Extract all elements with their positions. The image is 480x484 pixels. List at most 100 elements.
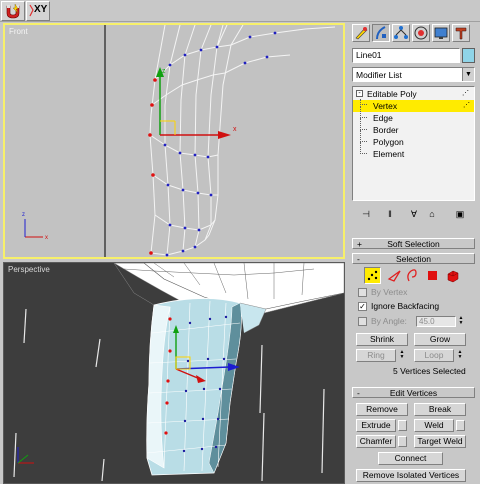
stack-root-label: Editable Poly [367, 89, 417, 99]
stack-item-edge[interactable]: Edge [353, 106, 474, 124]
front-viewport-label[interactable]: Front [9, 27, 28, 36]
edit-vertices-rollout[interactable]: - Edit Vertices [352, 387, 475, 398]
hierarchy-icon [394, 26, 408, 39]
stack-item-label: Edge [373, 113, 393, 123]
svg-text:z: z [162, 68, 166, 75]
soft-selection-rollout[interactable]: + Soft Selection [352, 238, 475, 249]
perspective-viewport-canvas[interactable] [4, 263, 344, 483]
selection-rollout[interactable]: - Selection [352, 253, 475, 264]
rollout-title: Soft Selection [387, 239, 440, 249]
by-angle-checkbox[interactable] [358, 317, 367, 326]
modifier-stack[interactable]: - Editable Poly ⋰ Vertex ⋰ Edge Border P… [352, 86, 475, 201]
edge-level-button[interactable] [386, 267, 403, 284]
polygon-level-icon [428, 271, 437, 280]
rollout-expand-sign: + [357, 239, 362, 249]
border-level-button[interactable] [404, 267, 421, 284]
command-panel: Line01 Modifier List ▼ - Editable Poly ⋰… [348, 23, 480, 484]
shrink-button[interactable]: Shrink [356, 333, 408, 346]
tab-create[interactable] [352, 24, 370, 42]
stack-item-polygon[interactable]: Polygon [353, 130, 474, 148]
create-icon [355, 27, 368, 40]
stack-item-label: Border [373, 125, 399, 135]
front-viewport[interactable]: z x x z Front [3, 23, 345, 259]
polygon-level-button[interactable] [424, 267, 441, 284]
modifier-list-dropdown[interactable]: Modifier List ▼ [352, 67, 475, 82]
collapse-minus-icon[interactable]: - [356, 90, 363, 97]
stack-tree-line [360, 118, 367, 130]
front-viewport-canvas[interactable]: z x x z [5, 25, 343, 257]
stack-item-element[interactable]: Element [353, 142, 474, 160]
show-end-result-icon[interactable]: ‖ [382, 206, 398, 222]
svg-text:x: x [45, 235, 48, 241]
object-name-field[interactable]: Line01 [352, 48, 460, 63]
spinner-arrows-icon[interactable]: ▲ ▼ [457, 316, 465, 327]
loop-button[interactable]: Loop [414, 349, 454, 362]
ring-spinner-icon[interactable]: ▲ ▼ [398, 350, 406, 361]
remove-isolated-vertices-button[interactable]: Remove Isolated Vertices [356, 469, 466, 482]
tab-modify[interactable] [372, 24, 390, 42]
pin-stack-icon[interactable]: ⊣ [358, 206, 374, 222]
object-color-swatch[interactable] [462, 48, 475, 63]
xy-constraint-button[interactable]: XY [26, 1, 50, 21]
svg-text:x: x [233, 126, 237, 133]
target-weld-button[interactable]: Target Weld [414, 435, 466, 448]
tab-motion[interactable] [412, 24, 430, 42]
sub-object-dots-icon: ⋰ [462, 90, 470, 97]
vertex-level-button[interactable] [364, 267, 381, 284]
stack-item-vertex[interactable]: Vertex ⋰ [353, 99, 474, 112]
stack-tree-line [360, 130, 367, 142]
perspective-viewport[interactable]: Perspective [3, 262, 345, 484]
make-unique-icon[interactable]: ∀ [406, 206, 422, 222]
snap-toggle-button[interactable] [1, 1, 25, 21]
by-vertex-checkbox[interactable] [358, 288, 367, 297]
ignore-backfacing-checkbox[interactable]: ✓ [358, 302, 367, 311]
stack-item-border[interactable]: Border [353, 118, 474, 136]
chamfer-settings-button[interactable] [398, 436, 407, 447]
main-toolbar: XY [0, 0, 480, 22]
extrude-button[interactable]: Extrude [356, 419, 396, 432]
tab-display[interactable] [432, 24, 450, 42]
utilities-icon [455, 27, 467, 40]
ring-button[interactable]: Ring [356, 349, 396, 362]
front-axis-tripod: x z [22, 212, 48, 241]
chevron-down-icon[interactable]: ▼ [462, 68, 474, 81]
perspective-axis-tripod [17, 447, 34, 464]
modify-icon [376, 26, 386, 40]
sub-object-dots-icon: ⋰ [463, 102, 470, 109]
front-wireframe-mesh [149, 25, 336, 256]
element-level-button[interactable] [444, 267, 461, 284]
rollout-collapse-sign: - [357, 388, 360, 398]
rollout-title: Selection [396, 254, 431, 264]
connect-button[interactable]: Connect [378, 452, 443, 465]
tab-utilities[interactable] [452, 24, 470, 42]
by-vertex-label: By Vertex [371, 287, 408, 297]
vertex-level-icon [367, 270, 378, 281]
weld-button[interactable]: Weld [414, 419, 454, 432]
stack-tree-line [360, 99, 367, 105]
selection-status: 5 Vertices Selected [393, 366, 466, 376]
grow-button[interactable]: Grow [414, 333, 466, 346]
stack-item-label: Polygon [373, 137, 404, 147]
loop-spinner-icon[interactable]: ▲ ▼ [456, 350, 464, 361]
motion-icon [414, 26, 428, 40]
weld-settings-button[interactable] [456, 420, 465, 431]
svg-text:z: z [22, 212, 25, 218]
remove-modifier-icon[interactable]: ⌂ [424, 206, 440, 222]
rollout-collapse-sign: - [357, 254, 360, 264]
stack-item-label: Element [373, 149, 405, 159]
rollout-title: Edit Vertices [389, 388, 438, 398]
tab-hierarchy[interactable] [392, 24, 410, 42]
stack-item-editable-poly[interactable]: - Editable Poly ⋰ [353, 88, 474, 100]
chamfer-button[interactable]: Chamfer [356, 435, 396, 448]
by-angle-input[interactable]: 45.0 [416, 316, 456, 327]
perspective-viewport-label[interactable]: Perspective [8, 265, 50, 274]
configure-modifier-sets-icon[interactable]: ▣ [452, 206, 468, 222]
remove-button[interactable]: Remove [356, 403, 408, 416]
extrude-settings-button[interactable] [398, 420, 407, 431]
display-icon [434, 27, 448, 39]
stack-tree-line [360, 142, 367, 154]
xy-constraint-label: XY [34, 4, 48, 15]
break-button[interactable]: Break [414, 403, 466, 416]
stack-item-label: Vertex [373, 101, 398, 111]
modifier-list-label: Modifier List [356, 70, 402, 80]
